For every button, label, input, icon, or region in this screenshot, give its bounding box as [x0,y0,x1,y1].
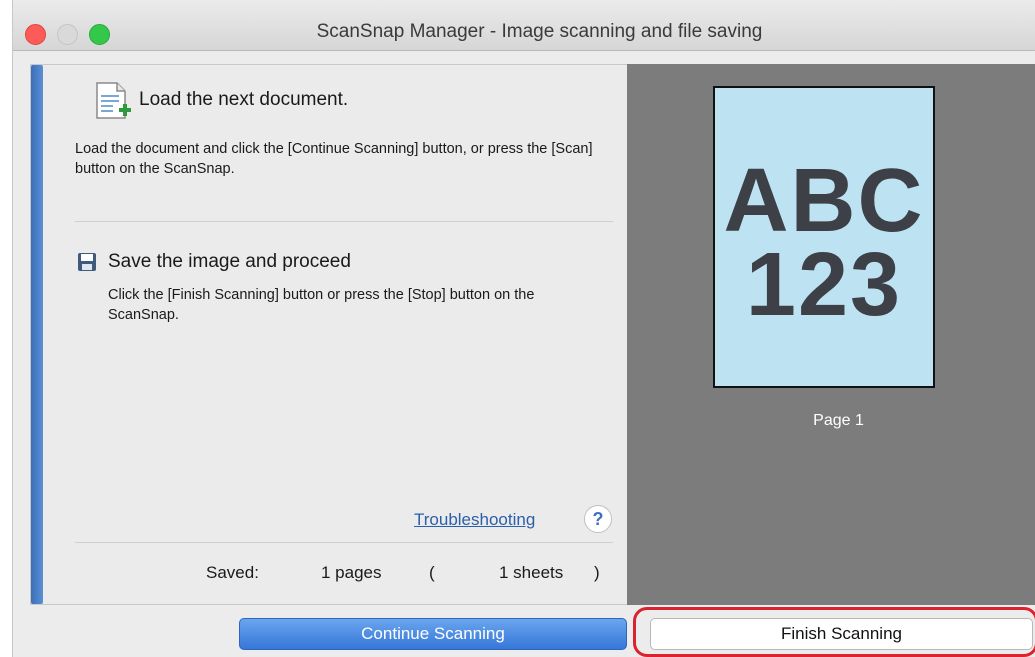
paren-open: ( [429,563,435,582]
troubleshooting-link[interactable]: Troubleshooting [414,510,535,530]
title-bar: ScanSnap Manager - Image scanning and fi… [13,0,1035,51]
save-heading: Save the image and proceed [108,251,351,272]
help-icon[interactable]: ? [584,505,612,533]
save-description: Click the [Finish Scanning] button or pr… [108,287,535,323]
load-heading: Load the next document. [139,89,349,110]
save-disk-icon [78,253,96,271]
document-add-icon [96,82,131,119]
page-label: Page 1 [813,412,864,429]
divider [75,542,613,543]
load-description: Load the document and click the [Continu… [75,141,593,177]
saved-sheets-count: 1 sheets [499,563,564,582]
paren-close: ) [594,563,600,582]
continue-scanning-button[interactable]: Continue Scanning [239,618,627,650]
divider [75,221,613,222]
window-title: ScanSnap Manager - Image scanning and fi… [316,21,763,42]
saved-label: Saved: [206,563,259,582]
instructions-panel: Load the next document. Load the documen… [30,64,628,605]
preview-pane: ABC 123 Page 1 [627,64,1035,605]
finish-scanning-button[interactable]: Finish Scanning [650,618,1033,650]
page-thumbnail[interactable]: ABC 123 [713,86,935,388]
scansnap-window: ScanSnap Manager - Image scanning and fi… [12,0,1035,657]
panel-accent-bar [31,65,43,604]
thumbnail-text-line2: 123 [745,235,903,335]
saved-pages-count: 1 pages [321,563,382,582]
